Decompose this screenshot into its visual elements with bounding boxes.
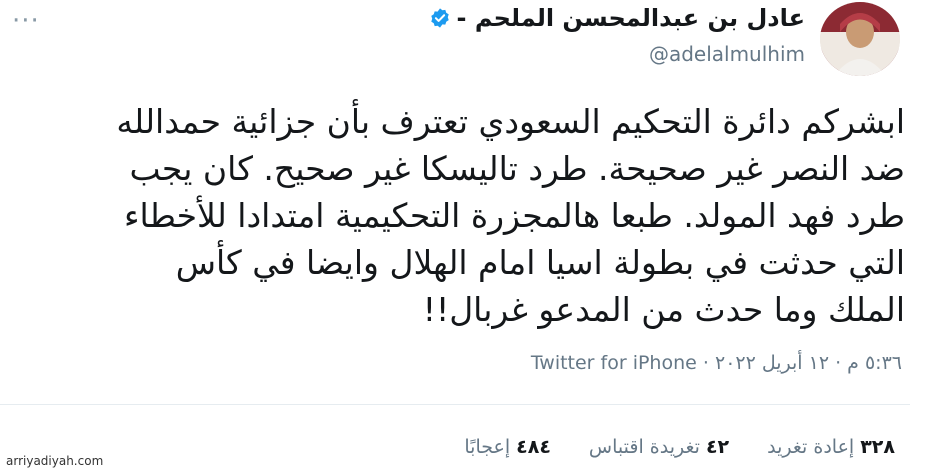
stat-value: ٤٨٤ [516, 436, 551, 458]
tweet-stats: ٣٢٨إعادة تغريد ٤٢تغريدة اقتباس ٤٨٤إعجابً… [464, 436, 895, 458]
stat-label: إعادة تغريد [767, 436, 855, 458]
tweet-meta: ٥:٣٦ م · ١٢ أبريل ٢٠٢٢ · Twitter for iPh… [531, 352, 902, 374]
author-handle[interactable]: @adelalmulhim [649, 42, 805, 66]
watermark: arriyadiyah.com [6, 454, 104, 468]
stat-label: تغريدة اقتباس [588, 436, 700, 458]
display-name[interactable]: عادل بن عبدالمحسن الملحم - [457, 4, 805, 32]
tweet-text: ابشركم دائرة التحكيم السعودي تعترف بأن ج… [35, 98, 905, 333]
tweet-line: ابشركم دائرة التحكيم السعودي تعترف بأن ج… [116, 102, 905, 141]
avatar-image [820, 2, 900, 76]
quote-tweets-stat[interactable]: ٤٢تغريدة اقتباس [589, 436, 729, 458]
likes-stat[interactable]: ٤٨٤إعجابًا [464, 436, 551, 458]
divider [0, 404, 910, 405]
more-options-icon[interactable]: ··· [12, 6, 40, 36]
tweet-source[interactable]: Twitter for iPhone [531, 352, 697, 374]
tweet-line: طرد فهد المولد. طبعا هالمجزرة التحكيمية … [124, 196, 905, 235]
retweets-stat[interactable]: ٣٢٨إعادة تغريد [767, 436, 895, 458]
stat-label: إعجابًا [464, 436, 511, 458]
author-name-row[interactable]: عادل بن عبدالمحسن الملحم - [429, 4, 805, 32]
stat-value: ٣٢٨ [860, 436, 895, 458]
avatar[interactable] [820, 2, 900, 76]
tweet-line: التي حدثت في بطولة اسيا امام الهلال وايض… [175, 243, 905, 282]
tweet-line: ضد النصر غير صحيحة. طرد تاليسكا غير صحيح… [129, 149, 905, 188]
tweet-timestamp[interactable]: ٥:٣٦ م · ١٢ أبريل ٢٠٢٢ · [703, 352, 902, 374]
verified-badge-icon [430, 8, 449, 28]
stat-value: ٤٢ [705, 436, 730, 458]
tweet-line: الملك وما حدث من المدعو غربال!! [422, 290, 905, 329]
